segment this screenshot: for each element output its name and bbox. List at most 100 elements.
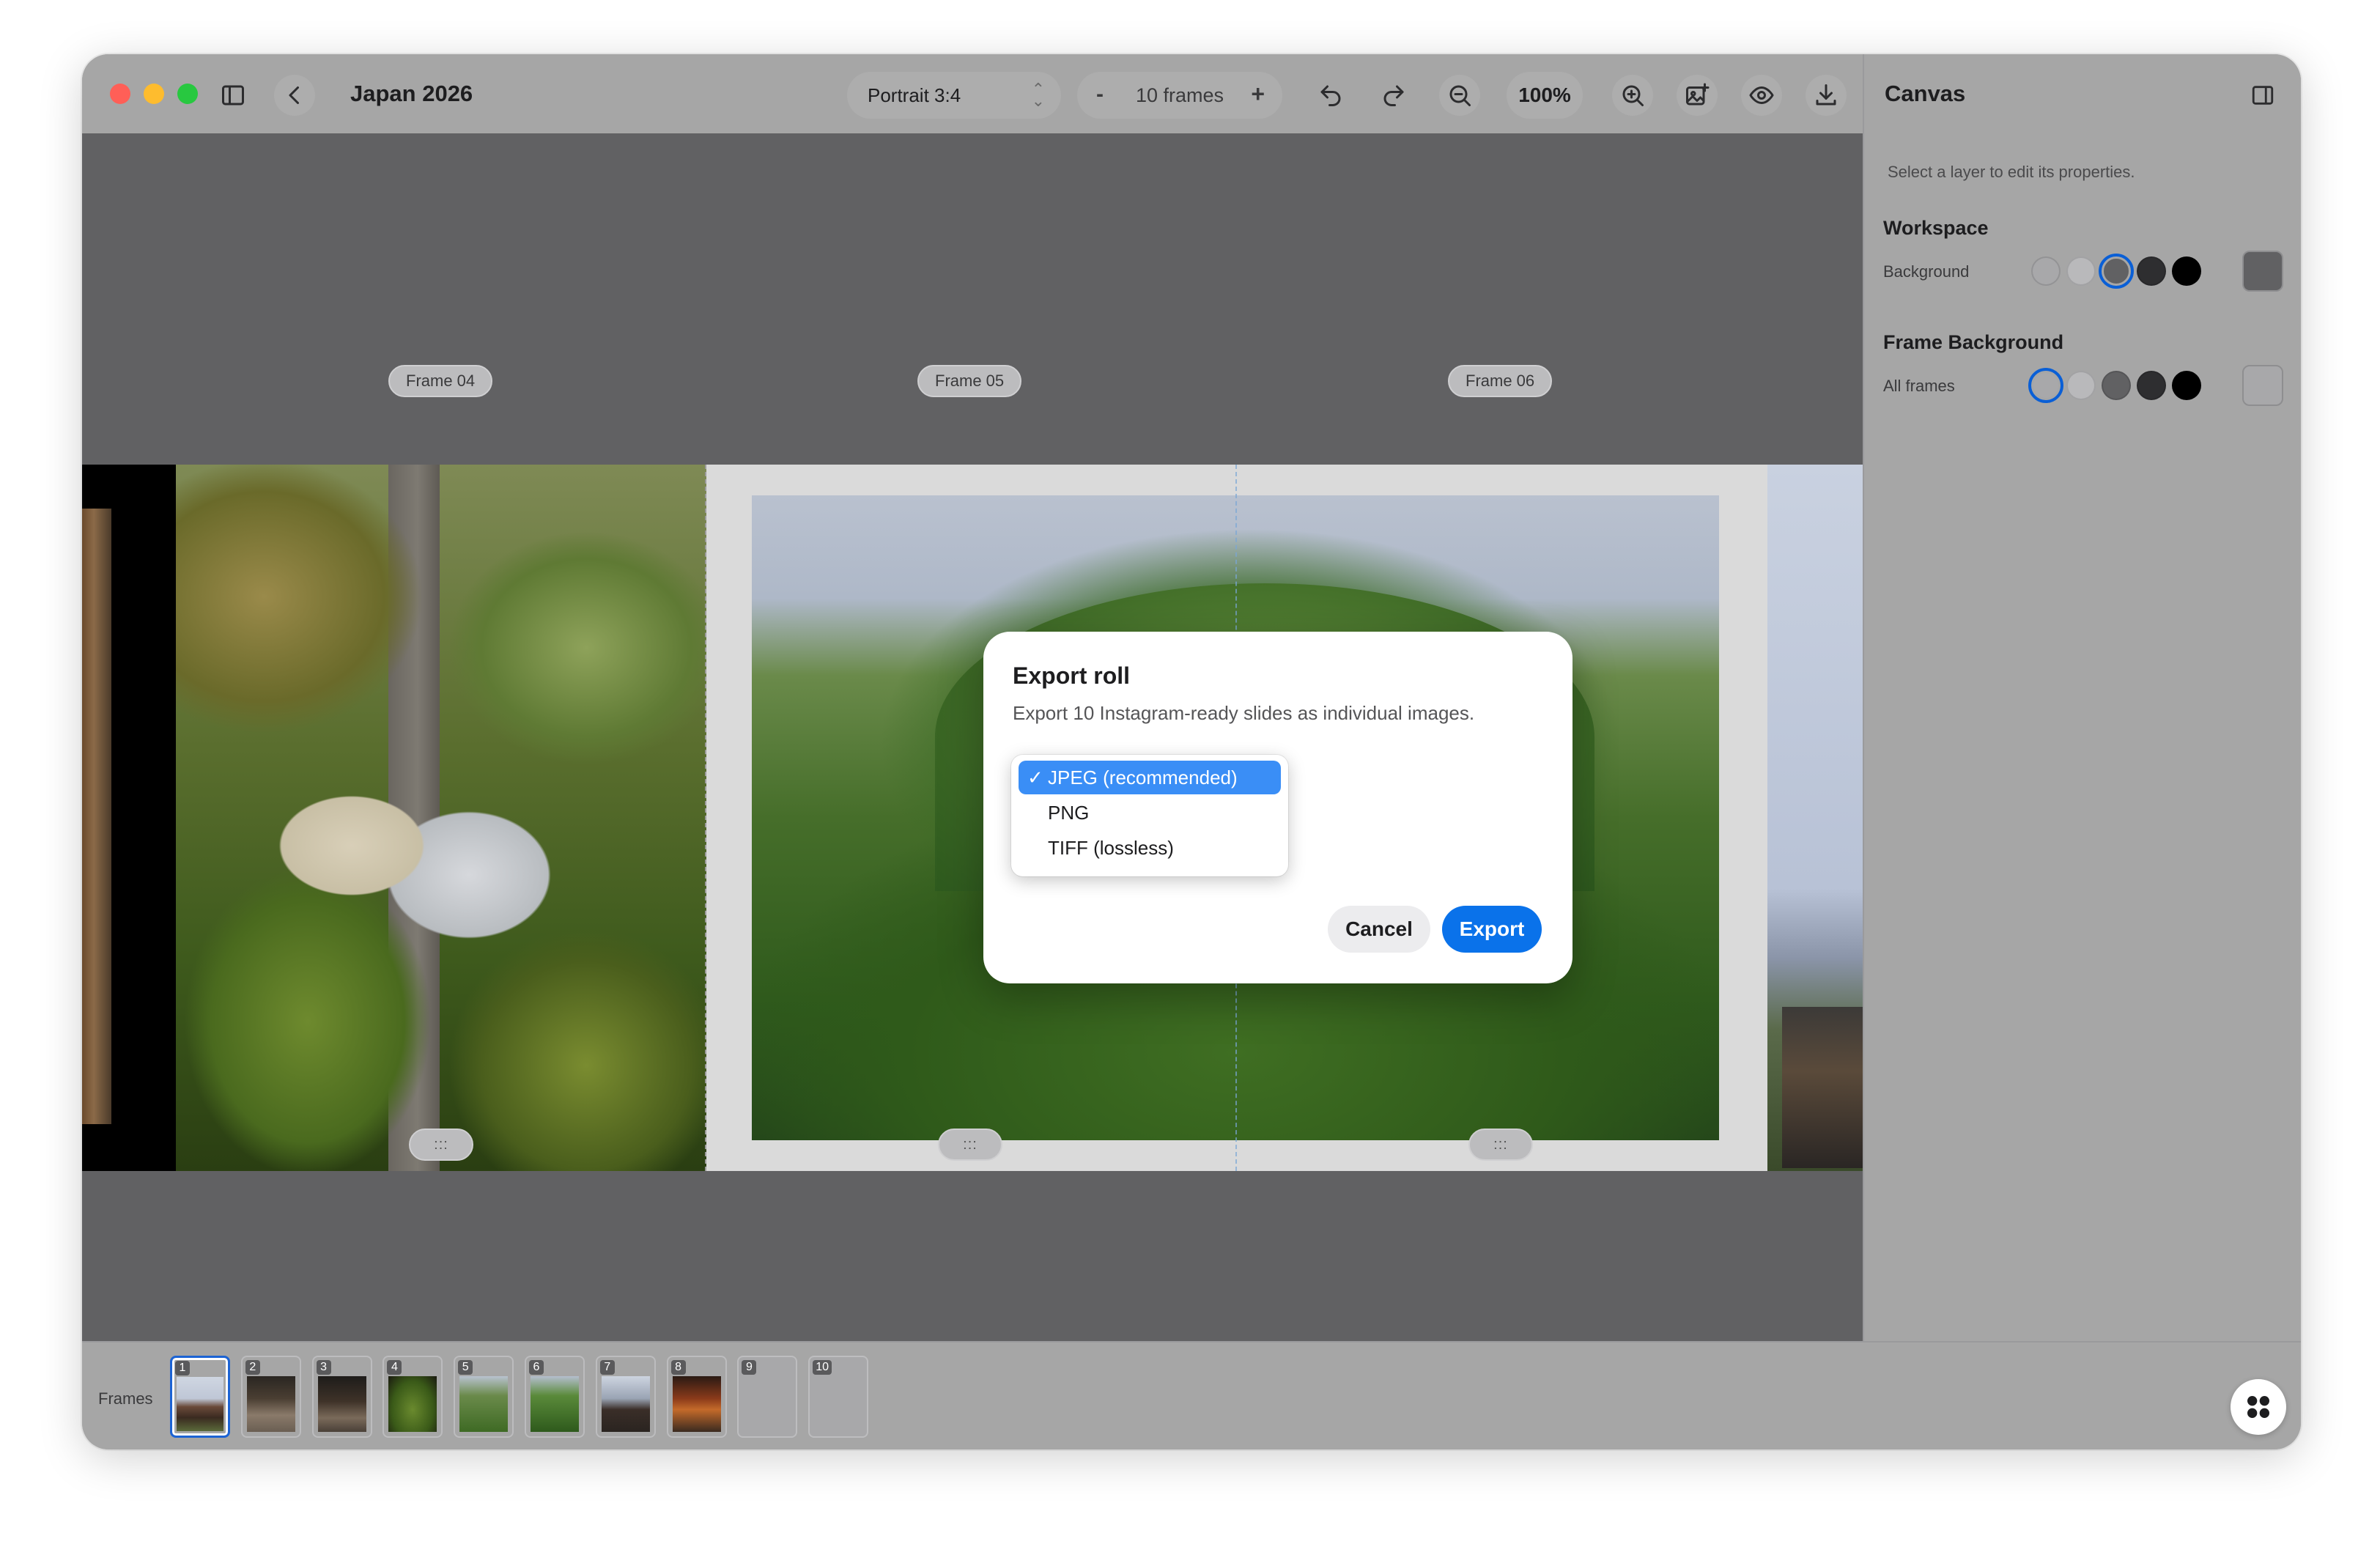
- workspace-swatches: [2031, 254, 2201, 289]
- color-swatch[interactable]: [2172, 371, 2201, 400]
- format-option-jpeg[interactable]: ✓ JPEG (recommended): [1019, 761, 1281, 794]
- frame-thumbnail[interactable]: 1: [170, 1356, 230, 1438]
- format-option-tiff[interactable]: TIFF (lossless): [1019, 831, 1281, 865]
- thumbnail-number: 7: [599, 1360, 615, 1375]
- frame-07-partial[interactable]: [1767, 465, 1863, 1171]
- drag-handle-04[interactable]: :::: [409, 1129, 473, 1161]
- export-button[interactable]: [1806, 75, 1847, 116]
- workspace-color-well[interactable]: [2242, 251, 2283, 292]
- frame-thumbnail[interactable]: 6: [525, 1356, 585, 1438]
- frame-thumbnail[interactable]: 7: [595, 1356, 656, 1438]
- layout-button[interactable]: [2231, 1379, 2286, 1435]
- color-swatch[interactable]: [2028, 368, 2063, 403]
- workspace-background-label: Background: [1883, 262, 1970, 281]
- apps-icon: [2247, 1396, 2269, 1418]
- color-swatch[interactable]: [2137, 256, 2166, 286]
- add-image-button[interactable]: [1677, 75, 1718, 116]
- undo-button[interactable]: [1310, 75, 1351, 116]
- check-icon: ✓: [1027, 767, 1043, 788]
- drag-handle-05[interactable]: :::: [938, 1129, 1002, 1161]
- zoom-in-icon: [1622, 85, 1644, 106]
- frame-tag-06[interactable]: Frame 06: [1448, 365, 1553, 397]
- color-swatch[interactable]: [2137, 371, 2166, 400]
- color-swatch[interactable]: [2031, 256, 2061, 286]
- photo-garden-gardener: [176, 465, 706, 1171]
- minimize-window-button[interactable]: [144, 84, 164, 104]
- thumbnail-number: 5: [458, 1360, 473, 1375]
- thumbnail-image: [246, 1376, 295, 1432]
- thumbnail-image: [317, 1376, 366, 1432]
- format-option-png[interactable]: PNG: [1019, 796, 1281, 830]
- aspect-ratio-select[interactable]: Portrait 3:4 ⌃ ⌄: [847, 72, 1061, 119]
- frame-04[interactable]: [82, 465, 706, 1171]
- thumbnail-number: 1: [175, 1361, 190, 1375]
- confirm-export-button[interactable]: Export: [1442, 906, 1542, 953]
- frame-thumbnail[interactable]: 4: [382, 1356, 443, 1438]
- frames-count: 10 frames: [1136, 84, 1224, 106]
- frame-thumbnail[interactable]: 10: [808, 1356, 869, 1438]
- app-window: Japan 2026 Portrait 3:4 ⌃ ⌄ - 10 frames +…: [82, 54, 2301, 1449]
- preview-button[interactable]: [1741, 75, 1782, 116]
- frame-thumbnail[interactable]: 9: [737, 1356, 798, 1438]
- frame-background-section-title: Frame Background: [1883, 331, 2064, 353]
- download-icon: [1816, 84, 1836, 106]
- frame-background-color-well[interactable]: [2242, 365, 2283, 406]
- frame-thumbnail[interactable]: 2: [240, 1356, 301, 1438]
- zoom-in-button[interactable]: [1612, 75, 1653, 116]
- thumbnail-number: 4: [387, 1360, 402, 1375]
- add-image-icon: [1686, 83, 1710, 106]
- frame-tag-04[interactable]: Frame 04: [388, 365, 493, 397]
- thumbnail-image: [459, 1376, 509, 1432]
- color-swatch[interactable]: [2099, 254, 2134, 289]
- format-option-label: PNG: [1048, 801, 1090, 824]
- thumbnail-image: [601, 1376, 650, 1432]
- frame-divider: [705, 465, 706, 1171]
- thumbnail-number: 2: [245, 1360, 260, 1375]
- thumbnail-number: 3: [316, 1360, 331, 1375]
- format-dropdown: ✓ JPEG (recommended) PNG TIFF (lossless): [1011, 755, 1288, 876]
- frame-tag-05[interactable]: Frame 05: [917, 365, 1022, 397]
- redo-button[interactable]: [1373, 75, 1414, 116]
- document-title: Japan 2026: [350, 81, 473, 106]
- dialog-subtitle: Export 10 Instagram-ready slides as indi…: [1013, 702, 1475, 724]
- thumbnail-number: 10: [813, 1360, 832, 1375]
- workspace-section-title: Workspace: [1883, 217, 1989, 239]
- color-swatch[interactable]: [2172, 256, 2201, 286]
- photo-door: [82, 509, 111, 1124]
- zoom-level[interactable]: 100%: [1507, 72, 1583, 119]
- aspect-ratio-value: Portrait 3:4: [868, 84, 961, 106]
- frame-thumbnail[interactable]: 8: [666, 1356, 727, 1438]
- zoom-window-button[interactable]: [177, 84, 198, 104]
- eye-icon: [1749, 86, 1774, 104]
- back-button[interactable]: [274, 75, 315, 116]
- thumbnail-image: [388, 1376, 437, 1432]
- zoom-out-button[interactable]: [1439, 75, 1480, 116]
- panel-title: Canvas: [1885, 81, 1966, 106]
- add-frame-button[interactable]: +: [1251, 81, 1265, 108]
- photo-strip: [82, 465, 1863, 1171]
- close-window-button[interactable]: [110, 84, 130, 104]
- color-swatch[interactable]: [2102, 371, 2131, 400]
- format-option-label: JPEG (recommended): [1048, 766, 1238, 788]
- color-swatch[interactable]: [2066, 371, 2096, 400]
- panel-toggle-button[interactable]: [2242, 75, 2283, 116]
- thumbnail-image: [672, 1376, 721, 1432]
- drag-handle-06[interactable]: :::: [1468, 1129, 1533, 1161]
- frame-thumbnail[interactable]: 3: [311, 1356, 372, 1438]
- remove-frame-button[interactable]: -: [1096, 82, 1104, 107]
- format-option-label: TIFF (lossless): [1048, 836, 1174, 859]
- thumbnail-number: 6: [529, 1360, 544, 1375]
- chevron-up-down-icon: ⌃ ⌄: [1031, 80, 1045, 110]
- thumbnail-image: [531, 1376, 579, 1432]
- inspector-panel: Canvas Select a layer to edit its proper…: [1863, 54, 2301, 1341]
- undo-icon: [1320, 85, 1341, 106]
- cancel-button[interactable]: Cancel: [1328, 906, 1430, 953]
- sidebar-toggle-button[interactable]: [212, 75, 254, 116]
- right-sidebar-icon: [2252, 86, 2274, 105]
- thumbnail-image: [177, 1377, 223, 1431]
- canvas-area[interactable]: Frame 04 Frame 05 Frame 06 ::: ::: ::: E…: [82, 133, 1863, 1341]
- photo-roof: [1782, 1007, 1863, 1168]
- frame-thumbnail[interactable]: 5: [454, 1356, 514, 1438]
- frame-background-swatches: [2028, 368, 2201, 403]
- color-swatch[interactable]: [2066, 256, 2096, 286]
